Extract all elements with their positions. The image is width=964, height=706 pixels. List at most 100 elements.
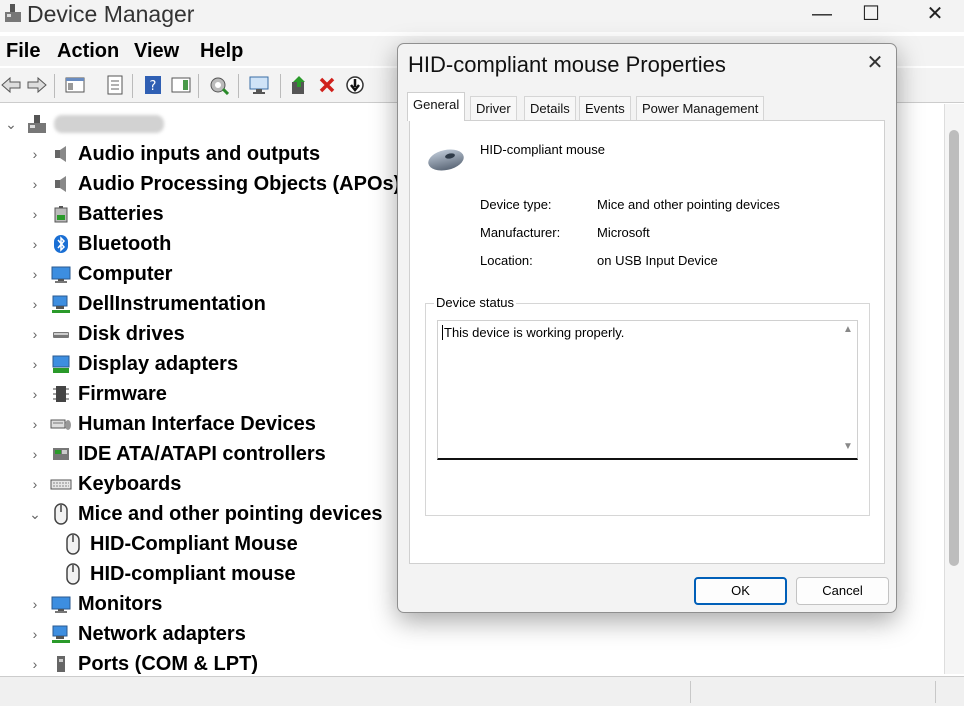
tree-root[interactable]: ⌄	[4, 109, 164, 139]
menu-help[interactable]: Help	[200, 40, 243, 63]
chevron-right-icon[interactable]: ›	[28, 626, 42, 642]
chevron-down-icon[interactable]: ⌄	[4, 116, 18, 133]
update-driver-icon[interactable]	[208, 74, 230, 96]
tree-category-item[interactable]: › Display adapters	[28, 349, 238, 379]
disk-icon	[50, 323, 72, 345]
minimize-button[interactable]: —	[794, 0, 850, 30]
tree-item-label: Ports (COM & LPT)	[78, 652, 258, 675]
tree-item-label: Display adapters	[78, 352, 239, 375]
speaker-icon	[50, 143, 72, 165]
chip-icon	[50, 383, 72, 405]
action-pane-icon[interactable]	[170, 74, 192, 96]
toolbar-separator	[198, 74, 199, 98]
chevron-down-icon[interactable]: ⌄	[28, 506, 42, 523]
menu-view[interactable]: View	[134, 40, 179, 63]
chevron-right-icon[interactable]: ›	[28, 416, 42, 432]
enable-device-icon[interactable]	[288, 74, 310, 96]
tree-item-label: Monitors	[78, 592, 163, 615]
tree-category-item[interactable]: › Audio Processing Objects (APOs)	[28, 169, 401, 199]
tree-category-item[interactable]: › Human Interface Devices	[28, 409, 316, 439]
cancel-button[interactable]: Cancel	[796, 577, 889, 605]
device-status-textbox[interactable]: This device is working properly. ▲ ▼	[437, 320, 858, 460]
chevron-right-icon[interactable]: ›	[28, 356, 42, 372]
back-arrow-icon[interactable]	[0, 74, 22, 96]
tree-item-label: IDE ATA/ATAPI controllers	[78, 442, 326, 465]
tree-item-label: Disk drives	[78, 322, 185, 345]
speaker-icon	[50, 173, 72, 195]
chevron-right-icon[interactable]: ›	[28, 386, 42, 402]
tree-category-item[interactable]: › Monitors	[28, 589, 163, 619]
tab-general[interactable]: General	[407, 92, 466, 121]
tree-category-item[interactable]: › Computer	[28, 259, 173, 289]
device-type-label: Device type:	[480, 197, 552, 212]
show-hide-console-tree-icon[interactable]	[64, 74, 86, 96]
tab-driver[interactable]: Driver	[470, 96, 517, 120]
tree-item-label: Mice and other pointing devices	[78, 502, 383, 525]
tree-item-label: Keyboards	[78, 472, 182, 495]
chevron-right-icon[interactable]: ›	[28, 206, 42, 222]
tree-item-label: HID-Compliant Mouse	[90, 532, 298, 555]
uninstall-device-icon[interactable]	[316, 74, 338, 96]
tree-category-item[interactable]: › DellInstrumentation	[28, 289, 266, 319]
help-icon[interactable]: ?	[142, 74, 164, 96]
ok-button[interactable]: OK	[694, 577, 787, 605]
tree-item-label: Audio inputs and outputs	[78, 142, 321, 165]
device-type-value: Mice and other pointing devices	[597, 197, 780, 212]
menu-action[interactable]: Action	[57, 40, 119, 63]
status-bar	[0, 676, 964, 706]
forward-arrow-icon[interactable]	[26, 74, 48, 96]
tree-category-item[interactable]: › Disk drives	[28, 319, 185, 349]
chevron-right-icon[interactable]: ›	[28, 296, 42, 312]
window-title: Device Manager	[27, 1, 195, 27]
tree-category-item[interactable]: › Audio inputs and outputs	[28, 139, 321, 169]
tree-item-label: Computer	[78, 262, 173, 285]
chevron-right-icon[interactable]: ›	[28, 326, 42, 342]
close-window-button[interactable]: ✕	[907, 0, 963, 30]
maximize-button[interactable]: ☐	[843, 0, 899, 30]
chevron-right-icon[interactable]: ›	[28, 266, 42, 282]
tree-category-item[interactable]: › Ports (COM & LPT)	[28, 649, 258, 675]
tree-category-item[interactable]: › Network adapters	[28, 619, 246, 649]
tree-device-item[interactable]: HID-compliant mouse	[54, 559, 296, 589]
tab-power-management[interactable]: Power Management	[636, 96, 765, 120]
menu-file[interactable]: File	[6, 40, 40, 63]
tree-device-item[interactable]: HID-Compliant Mouse	[54, 529, 298, 559]
chevron-right-icon[interactable]: ›	[28, 446, 42, 462]
toolbar-separator	[238, 74, 239, 98]
device-status-group: Device status This device is working pro…	[425, 295, 870, 516]
properties-icon[interactable]	[104, 74, 126, 96]
tree-category-item[interactable]: › Batteries	[28, 199, 164, 229]
chevron-right-icon[interactable]: ›	[28, 476, 42, 492]
tree-scrollbar[interactable]	[944, 104, 964, 674]
tab-events[interactable]: Events	[579, 96, 631, 120]
tree-category-item[interactable]: › Keyboards	[28, 469, 182, 499]
toolbar-separator	[54, 74, 55, 98]
dialog-title: HID-compliant mouse Properties	[408, 52, 726, 77]
scroll-down-icon[interactable]: ▼	[842, 441, 854, 452]
text-cursor	[442, 325, 443, 340]
chevron-right-icon[interactable]: ›	[28, 596, 42, 612]
controller-icon	[50, 443, 72, 465]
scrollbar-thumb[interactable]	[949, 130, 959, 566]
chevron-right-icon[interactable]: ›	[28, 656, 42, 672]
tree-item-label: Bluetooth	[78, 232, 172, 255]
title-bar: Device Manager — ☐ ✕	[0, 0, 964, 32]
tab-details[interactable]: Details	[524, 96, 576, 120]
tree-category-item[interactable]: › IDE ATA/ATAPI controllers	[28, 439, 326, 469]
chevron-right-icon[interactable]: ›	[28, 176, 42, 192]
tree-item-label: DellInstrumentation	[78, 292, 266, 315]
scan-hardware-icon[interactable]	[248, 74, 270, 96]
mouse-icon	[428, 149, 464, 171]
scroll-up-icon[interactable]: ▲	[842, 324, 854, 335]
general-tab-panel: HID-compliant mouse Device type: Mice an…	[409, 120, 885, 564]
tree-category-item[interactable]: › Bluetooth	[28, 229, 172, 259]
port-icon	[50, 653, 72, 674]
tree-item-label: Human Interface Devices	[78, 412, 316, 435]
monitor-icon	[50, 593, 72, 615]
tree-category-item[interactable]: › Firmware	[28, 379, 167, 409]
tree-category-item[interactable]: ⌄ Mice and other pointing devices	[28, 499, 383, 529]
dialog-close-button[interactable]: ✕	[864, 52, 886, 74]
chevron-right-icon[interactable]: ›	[28, 146, 42, 162]
chevron-right-icon[interactable]: ›	[28, 236, 42, 252]
disable-device-icon[interactable]	[344, 74, 366, 96]
